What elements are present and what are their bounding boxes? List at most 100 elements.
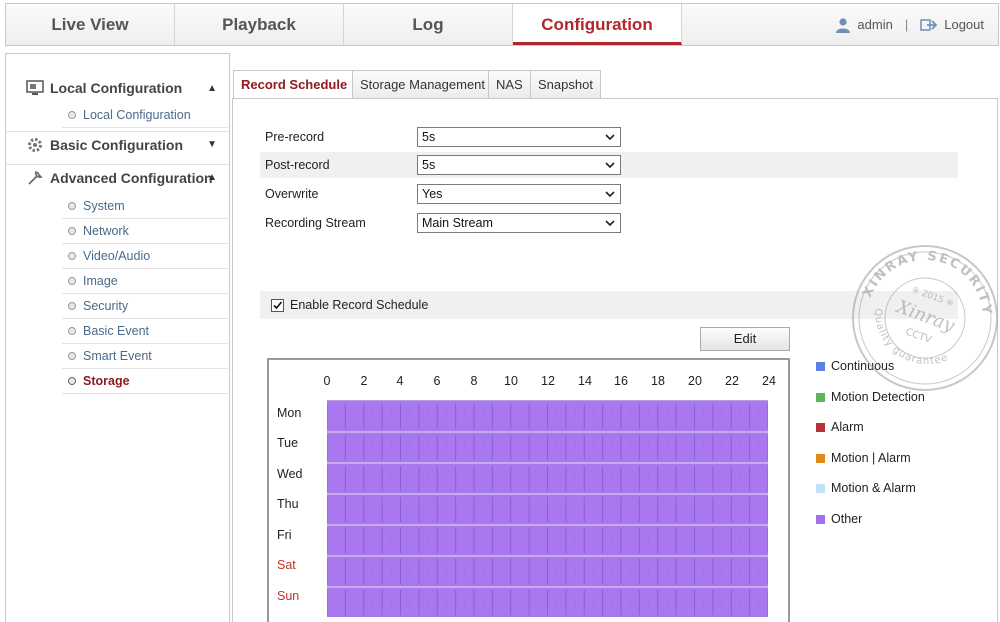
monitor-icon (26, 80, 44, 95)
day-label-mon: Mon (277, 406, 302, 420)
user-box: admin | Logout (835, 4, 984, 45)
post-record-select[interactable]: 5s (417, 155, 621, 175)
select-value: 5s (422, 130, 436, 144)
chevron-down-icon[interactable]: ▼ (207, 139, 217, 150)
bullet-icon (68, 202, 76, 210)
sidebar-item-label: Video/Audio (83, 249, 151, 263)
tab-storage-management[interactable]: Storage Management (352, 70, 494, 98)
sidebar-group-local-configuration[interactable]: Local Configuration ▲ (6, 75, 229, 101)
tab-nas[interactable]: NAS (488, 70, 531, 98)
schedule-grid[interactable] (326, 400, 769, 617)
tab-live-view[interactable]: Live View (6, 4, 175, 45)
post-record-row: Post-record 5s (260, 152, 958, 178)
pre-record-row: Pre-record 5s (260, 124, 958, 150)
sidebar-item-label: Image (83, 274, 118, 288)
username: admin (857, 17, 893, 32)
hour-tick-label: 2 (360, 374, 368, 388)
sidebar-group-advanced-configuration[interactable]: Advanced Configuration ▲ (6, 164, 229, 190)
select-value: Yes (422, 187, 443, 201)
wrench-icon (28, 170, 43, 185)
day-label-sat: Sat (277, 558, 296, 572)
sidebar-item-image[interactable]: Image (62, 269, 228, 294)
sidebar-item-security[interactable]: Security (62, 294, 228, 319)
logout-link[interactable]: Logout (944, 4, 984, 45)
tab-snapshot[interactable]: Snapshot (530, 70, 601, 98)
chevron-down-icon (605, 134, 615, 141)
hour-tick-label: 18 (651, 374, 665, 388)
chevron-up-icon[interactable]: ▲ (207, 172, 217, 183)
sidebar-item-label: Local Configuration (83, 108, 191, 122)
hour-tick-label: 10 (504, 374, 518, 388)
sidebar-item-video-audio[interactable]: Video/Audio (62, 244, 228, 269)
sidebar-item-label: Smart Event (83, 349, 152, 363)
sidebar-item-network[interactable]: Network (62, 219, 228, 244)
select-value: 5s (422, 158, 436, 172)
sidebar-item-local-configuration[interactable]: Local Configuration (62, 103, 228, 128)
sidebar-item-system[interactable]: System (62, 194, 228, 219)
sidebar-group-label: Local Configuration (50, 80, 183, 96)
legend-label: Other (831, 512, 863, 526)
legend-swatch (816, 392, 825, 402)
enable-record-schedule-checkbox[interactable] (271, 298, 284, 312)
edit-button[interactable]: Edit (700, 327, 790, 351)
legend-motion-and-alarm: Motion & Alarm (816, 481, 916, 495)
legend-swatch (816, 361, 825, 371)
sidebar-group-label: Basic Configuration (50, 136, 184, 153)
day-label-tue: Tue (277, 436, 299, 450)
chevron-down-icon (605, 220, 615, 227)
legend-label: Motion | Alarm (831, 451, 911, 465)
sidebar-group-label: Advanced Configuration (50, 169, 213, 186)
chevron-down-icon (605, 162, 615, 169)
select-value: Main Stream (422, 216, 493, 230)
legend-swatch (816, 514, 825, 524)
bullet-icon (68, 252, 76, 260)
sidebar-item-label: Storage (83, 374, 130, 388)
legend-swatch (816, 453, 825, 463)
legend-swatch (816, 483, 825, 493)
user-icon (836, 17, 851, 33)
bullet-icon (68, 352, 76, 360)
legend-other: Other (816, 512, 862, 526)
post-record-label: Post-record (265, 158, 330, 172)
hour-tick-label: 4 (396, 374, 404, 388)
recording-stream-row: Recording Stream Main Stream (260, 210, 958, 236)
sidebar-item-storage[interactable]: Storage (62, 369, 228, 394)
chevron-down-icon (605, 191, 615, 198)
gear-icon (28, 137, 42, 152)
overwrite-row: Overwrite Yes (260, 181, 958, 207)
day-label-thu: Thu (277, 497, 299, 511)
sidebar-group-basic-configuration[interactable]: Basic Configuration ▼ (6, 131, 229, 157)
tab-configuration[interactable]: Configuration (513, 4, 682, 45)
day-label-sun: Sun (277, 589, 300, 603)
hour-tick-label: 20 (688, 374, 702, 388)
sidebar-item-label: System (83, 199, 125, 213)
tab-record-schedule[interactable]: Record Schedule (233, 70, 356, 99)
hour-tick-label: 0 (323, 374, 331, 388)
hour-tick-label: 6 (433, 374, 441, 388)
sidebar: Local Configuration ▲ Local Configuratio… (5, 53, 230, 622)
hour-tick-label: 22 (725, 374, 739, 388)
overwrite-select[interactable]: Yes (417, 184, 621, 204)
bullet-icon (68, 111, 76, 119)
sidebar-item-basic-event[interactable]: Basic Event (62, 319, 228, 344)
overwrite-label: Overwrite (265, 187, 319, 201)
tab-log[interactable]: Log (344, 4, 513, 45)
schedule-grid-box: 0 2 4 6 8 10 12 14 16 18 20 22 24 Mon Tu… (267, 358, 790, 622)
bullet-icon (68, 302, 76, 310)
legend-alarm: Alarm (816, 420, 864, 434)
recording-stream-select[interactable]: Main Stream (417, 213, 621, 233)
legend-swatch (816, 422, 825, 432)
hour-tick-label: 14 (578, 374, 592, 388)
sidebar-item-label: Network (83, 224, 129, 238)
pre-record-select[interactable]: 5s (417, 127, 621, 147)
logout-icon[interactable] (920, 18, 938, 32)
sidebar-item-smart-event[interactable]: Smart Event (62, 344, 228, 369)
legend-label: Alarm (831, 420, 864, 434)
tab-playback[interactable]: Playback (175, 4, 344, 45)
hour-tick-label: 16 (614, 374, 628, 388)
user-separator: | (904, 17, 909, 32)
top-nav-bar: Live View Playback Log Configuration adm… (5, 3, 999, 46)
pre-record-label: Pre-record (265, 130, 325, 144)
chevron-up-icon[interactable]: ▲ (207, 83, 217, 94)
legend-motion-or-alarm: Motion | Alarm (816, 451, 911, 465)
